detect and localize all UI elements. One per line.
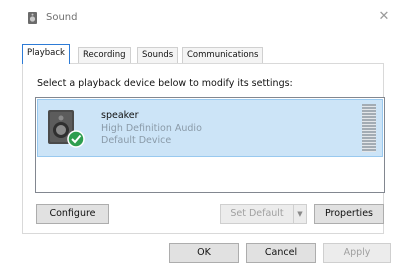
device-status: Default Device xyxy=(101,135,172,146)
volume-level-meter xyxy=(362,104,376,152)
set-default-dropdown-arrow[interactable]: ▼ xyxy=(293,204,307,224)
close-button[interactable]: ✕ xyxy=(376,9,392,25)
tab-sounds[interactable]: Sounds xyxy=(137,47,179,63)
window-title: Sound xyxy=(46,12,78,23)
title-bar: Sound ✕ xyxy=(0,0,395,34)
tab-communications[interactable]: Communications xyxy=(182,47,264,63)
tab-recording[interactable]: Recording xyxy=(78,47,131,63)
apply-button[interactable]: Apply xyxy=(323,243,391,263)
device-name: speaker xyxy=(101,110,139,121)
speaker-device-icon xyxy=(48,110,85,148)
set-default-button[interactable]: Set Default xyxy=(220,204,294,224)
cancel-button[interactable]: Cancel xyxy=(246,243,316,263)
tab-strip: Playback Recording Sounds Communications xyxy=(22,42,382,64)
speaker-icon xyxy=(28,12,37,24)
close-icon: ✕ xyxy=(378,9,390,24)
properties-button[interactable]: Properties xyxy=(314,204,384,224)
configure-button[interactable]: Configure xyxy=(36,204,109,224)
instruction-text: Select a playback device below to modify… xyxy=(37,78,293,89)
default-check-icon xyxy=(67,130,85,148)
ok-button[interactable]: OK xyxy=(169,243,239,263)
tab-playback[interactable]: Playback xyxy=(22,44,70,64)
device-description: High Definition Audio xyxy=(101,123,202,134)
